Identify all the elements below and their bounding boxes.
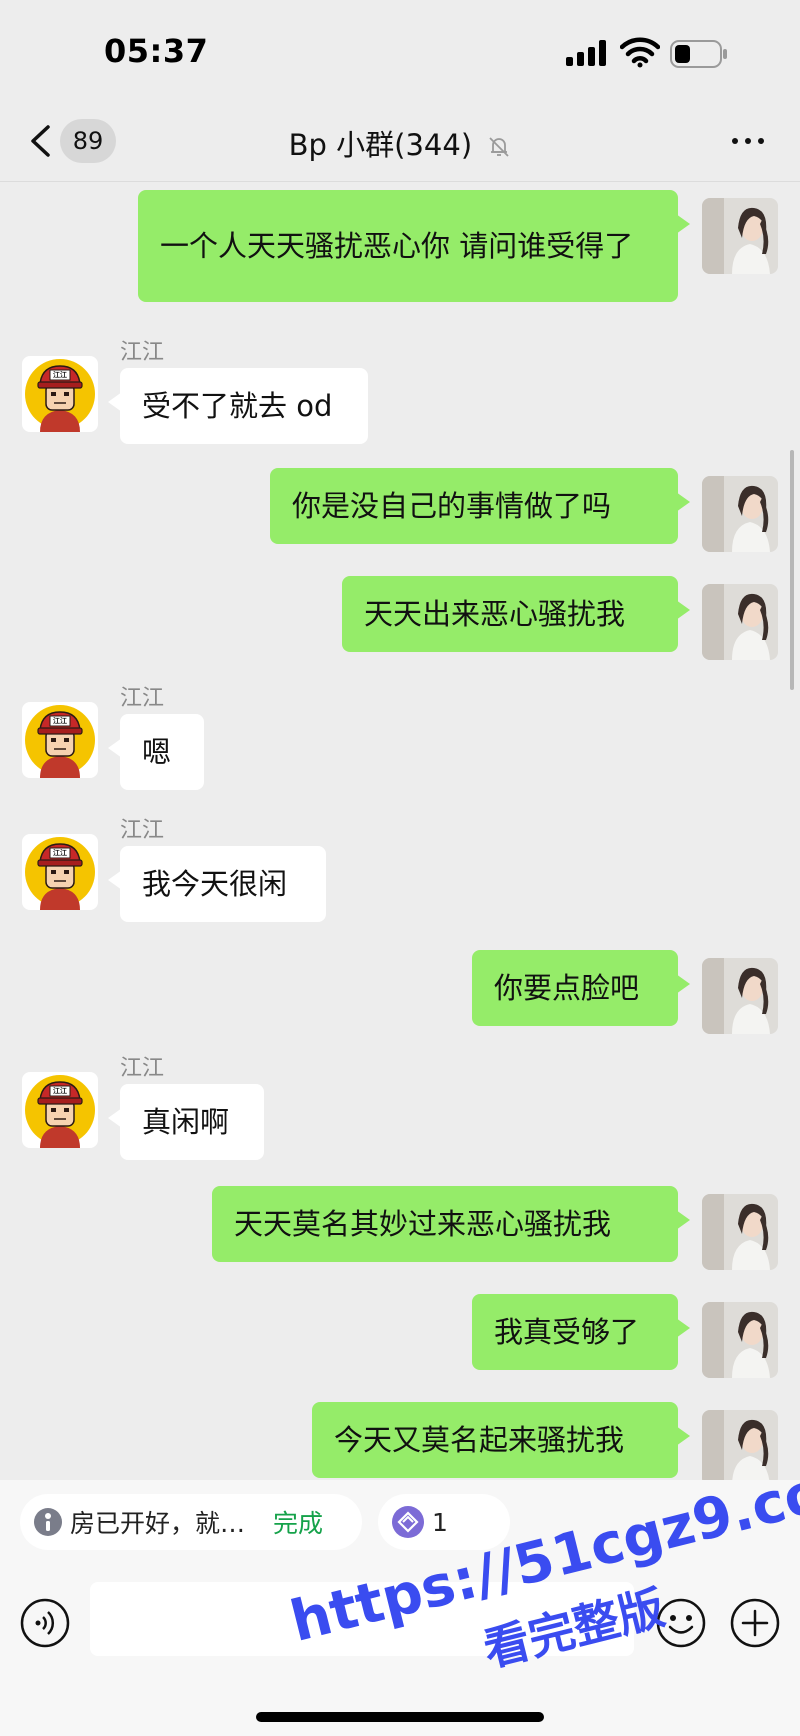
outgoing-message: 你要点脸吧 xyxy=(0,950,800,1034)
avatar-badge-text: 江江 xyxy=(53,717,67,725)
avatar[interactable]: 江江 xyxy=(22,356,98,432)
message-list[interactable]: 一个人天天骚扰恶心你 请问谁受得了 江江 江江 受不了就去 od 你是没自己的事情做了吗… xyxy=(0,182,800,1480)
chat-header: 89 Bp 小群(344) xyxy=(0,100,800,182)
avatar[interactable] xyxy=(702,198,778,274)
avatar-badge-text: 江江 xyxy=(53,1087,67,1095)
outgoing-message: 你是没自己的事情做了吗 xyxy=(0,468,800,552)
message-input[interactable] xyxy=(90,1582,634,1656)
avatar[interactable] xyxy=(702,958,778,1034)
outgoing-message: 今天又莫名起来骚扰我 xyxy=(0,1402,800,1480)
avatar[interactable] xyxy=(702,1194,778,1270)
diamond-icon xyxy=(392,1506,424,1538)
sender-name: 江江 xyxy=(120,1056,165,1081)
room-complete-button[interactable]: 完成 xyxy=(273,1504,323,1540)
message-bubble[interactable]: 我今天很闲 xyxy=(108,846,326,922)
avatar[interactable] xyxy=(702,584,778,660)
message-bubble[interactable]: 真闲啊 xyxy=(108,1084,264,1160)
message-bubble[interactable]: 一个人天天骚扰恶心你 请问谁受得了 xyxy=(138,190,690,302)
emoji-icon[interactable] xyxy=(656,1598,706,1648)
sender-name: 江江 xyxy=(120,818,165,843)
status-time: 05:37 xyxy=(104,32,209,70)
wifi-icon xyxy=(620,37,660,68)
incoming-message: 江江 江江 受不了就去 od xyxy=(0,334,800,444)
message-bubble[interactable]: 受不了就去 od xyxy=(108,368,368,444)
plus-icon[interactable] xyxy=(730,1598,780,1648)
input-panel: 房已开好，就… 完成 1 xyxy=(0,1480,800,1736)
message-bubble[interactable]: 天天莫名其妙过来恶心骚扰我 xyxy=(212,1186,690,1262)
avatar[interactable]: 江江 xyxy=(22,834,98,910)
battery-icon xyxy=(670,40,727,68)
message-bubble[interactable]: 你是没自己的事情做了吗 xyxy=(270,468,690,544)
info-icon xyxy=(34,1508,62,1536)
outgoing-message: 我真受够了 xyxy=(0,1294,800,1378)
chat-title-text: Bp 小群(344) xyxy=(288,128,473,162)
signal-icon xyxy=(566,40,610,66)
chat-title: Bp 小群(344) xyxy=(0,122,800,164)
incoming-message: 江江 江江 我今天很闲 xyxy=(0,812,800,922)
incoming-message: 江江 江江嗯 xyxy=(0,680,800,790)
avatar[interactable] xyxy=(702,1302,778,1378)
scroll-indicator[interactable] xyxy=(790,450,794,690)
outgoing-message: 天天莫名其妙过来恶心骚扰我 xyxy=(0,1186,800,1270)
room-status-chip[interactable]: 房已开好，就… 完成 xyxy=(20,1494,362,1550)
voice-icon[interactable] xyxy=(20,1598,70,1648)
sender-name: 江江 xyxy=(120,686,165,711)
reaction-count: 1 xyxy=(432,1507,448,1537)
message-bubble[interactable]: 今天又莫名起来骚扰我 xyxy=(312,1402,690,1478)
avatar[interactable]: 江江 xyxy=(22,1072,98,1148)
message-bubble[interactable]: 我真受够了 xyxy=(472,1294,690,1370)
reaction-count-chip[interactable]: 1 xyxy=(378,1494,510,1550)
sender-name: 江江 xyxy=(120,340,165,365)
message-bubble[interactable]: 你要点脸吧 xyxy=(472,950,690,1026)
status-bar: 05:37 xyxy=(0,0,800,100)
outgoing-message: 天天出来恶心骚扰我 xyxy=(0,576,800,660)
incoming-message: 江江 江江 真闲啊 xyxy=(0,1050,800,1160)
room-status-text: 房已开好，就… xyxy=(70,1509,246,1538)
avatar-badge-text: 江江 xyxy=(53,371,67,379)
outgoing-message: 一个人天天骚扰恶心你 请问谁受得了 xyxy=(0,190,800,302)
more-button[interactable] xyxy=(728,126,768,156)
avatar[interactable] xyxy=(702,476,778,552)
message-bubble[interactable]: 嗯 xyxy=(108,714,204,790)
mute-bell-icon xyxy=(489,137,509,157)
home-indicator[interactable] xyxy=(256,1712,544,1722)
avatar[interactable] xyxy=(702,1410,778,1480)
avatar[interactable]: 江江 xyxy=(22,702,98,778)
message-bubble[interactable]: 天天出来恶心骚扰我 xyxy=(342,576,690,652)
avatar-badge-text: 江江 xyxy=(53,849,67,857)
